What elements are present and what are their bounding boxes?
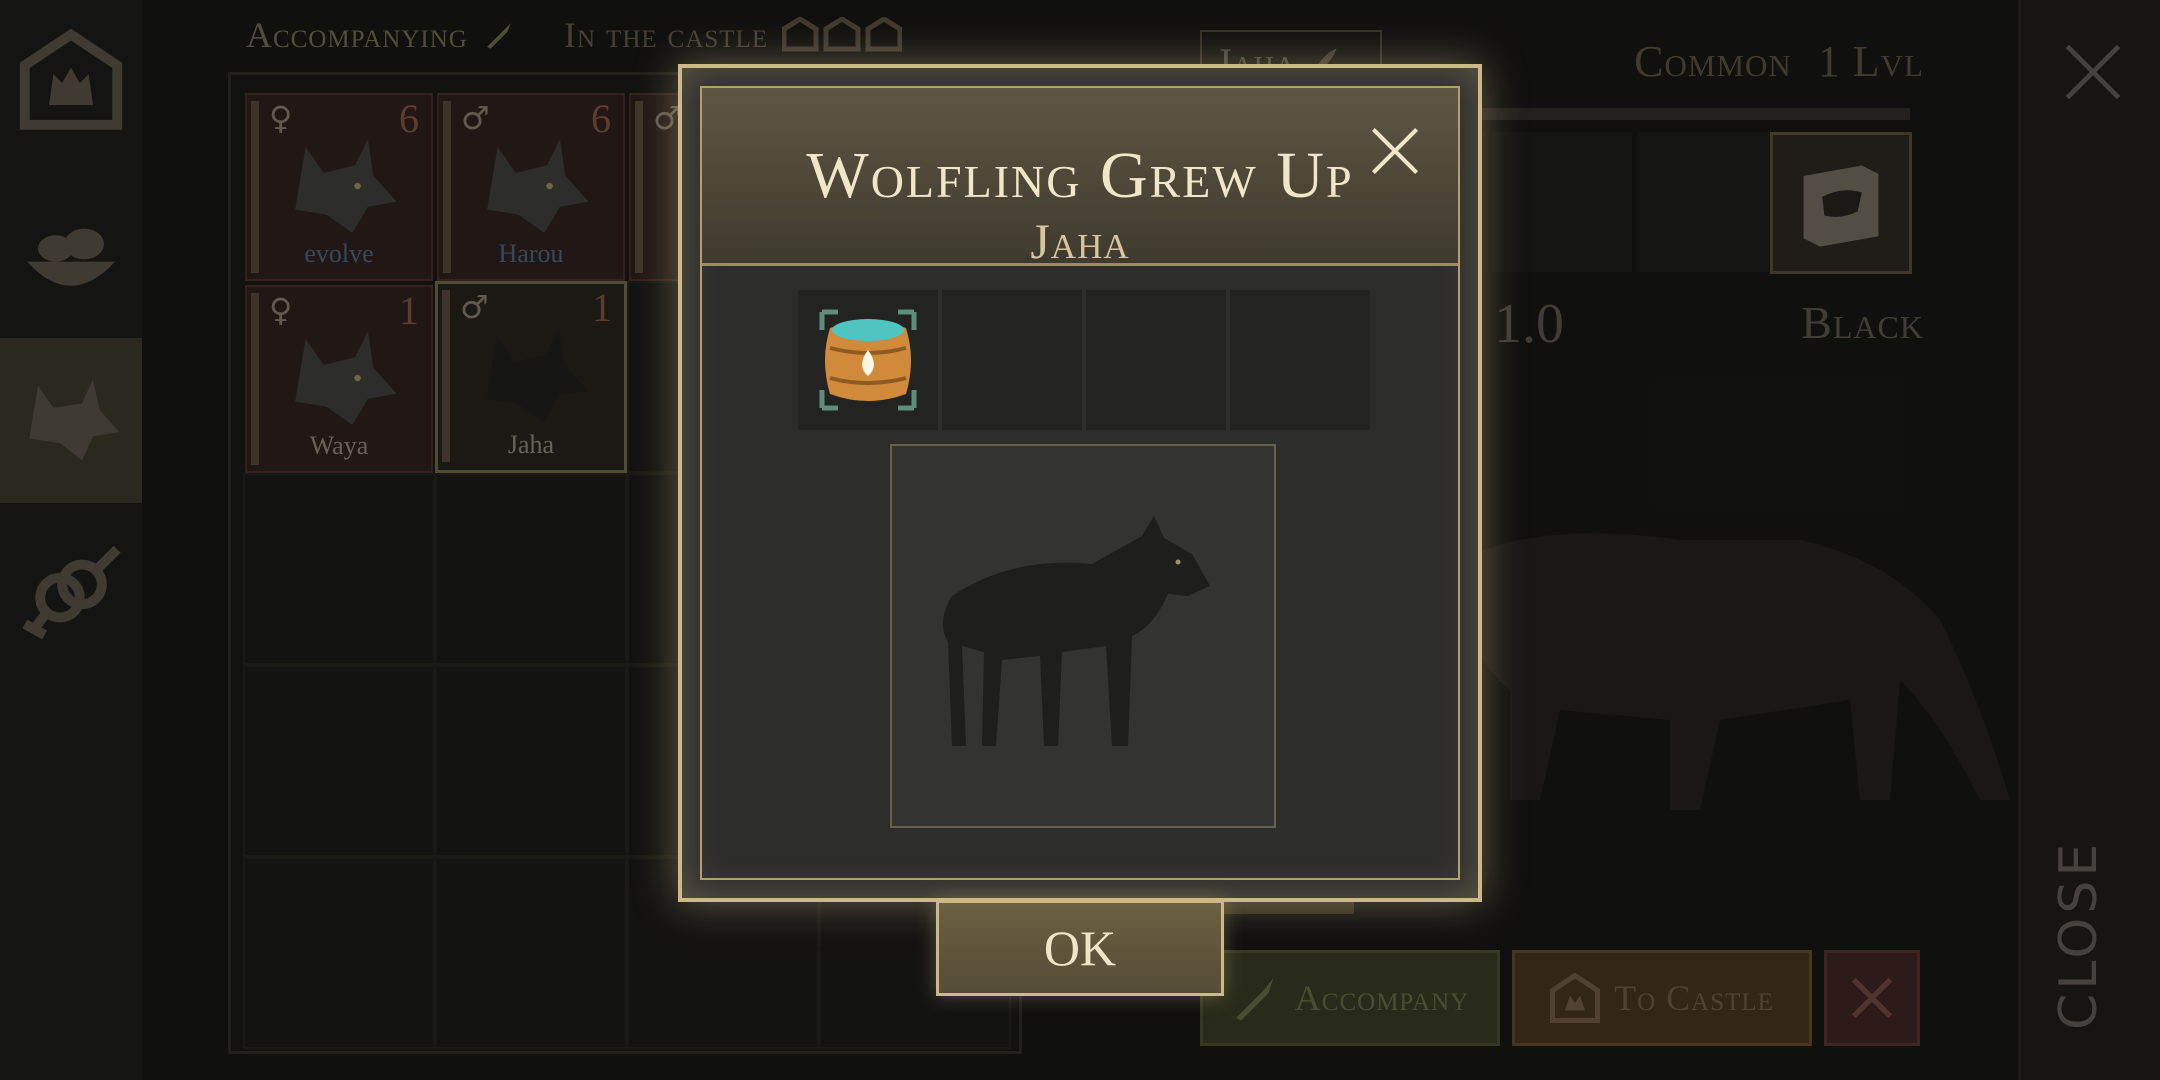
dialog-header: Wolfling Grew Up Jaha bbox=[702, 88, 1458, 269]
ok-label: OK bbox=[1043, 920, 1117, 976]
dialog-close-icon[interactable] bbox=[1368, 124, 1422, 178]
reward-slot[interactable] bbox=[798, 290, 938, 430]
dialog-subtitle: Jaha bbox=[1030, 213, 1130, 269]
grown-wolf-illustration bbox=[942, 516, 1210, 746]
reward-slot[interactable] bbox=[942, 290, 1082, 430]
ok-button[interactable]: OK bbox=[936, 900, 1224, 996]
reward-slot[interactable] bbox=[1086, 290, 1226, 430]
water-barrel-icon bbox=[819, 309, 917, 411]
wolfling-grew-up-dialog: Wolfling Grew Up Jaha bbox=[678, 64, 1482, 902]
dialog-title: Wolfling Grew Up bbox=[806, 139, 1354, 212]
reward-slot[interactable] bbox=[1230, 290, 1370, 430]
grown-wolf-portrait bbox=[890, 444, 1276, 828]
